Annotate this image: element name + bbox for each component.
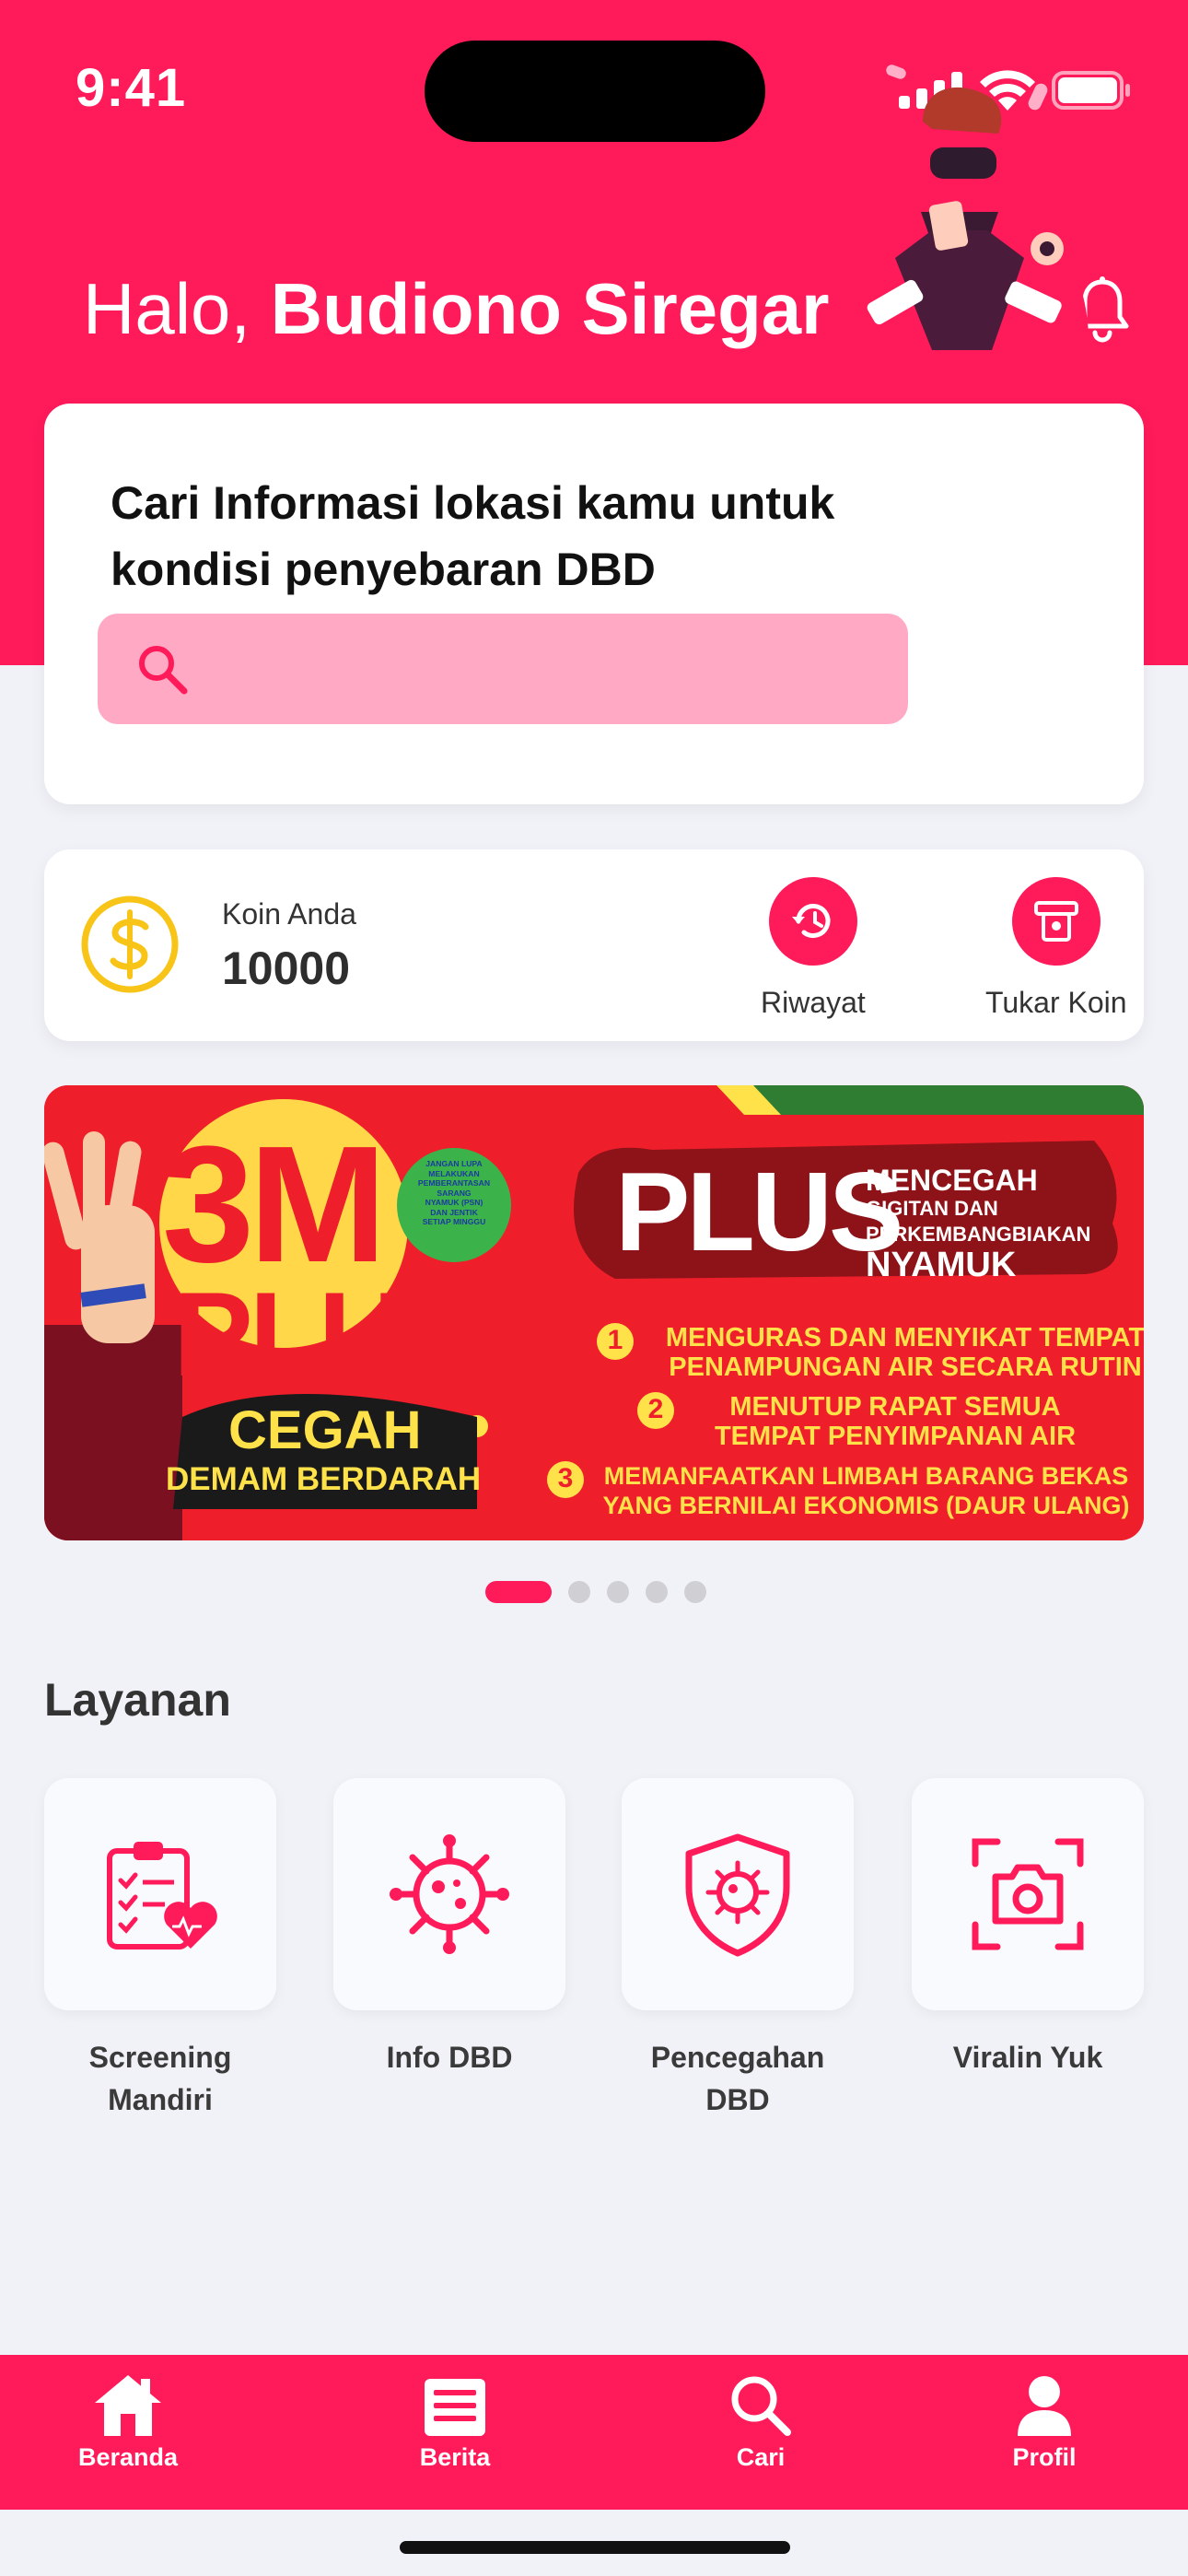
service-tile[interactable] — [333, 1778, 565, 2010]
nav-label: Profil — [1012, 2443, 1077, 2471]
bottom-navigation: Beranda Berita Cari Profil — [0, 2355, 1188, 2510]
doctor-illustration — [849, 64, 1089, 350]
service-label: Viralin Yuk — [952, 2041, 1103, 2074]
history-label: Riwayat — [761, 986, 866, 1019]
banner-headline-3m: 3M — [162, 1112, 387, 1297]
virus-icon — [390, 1834, 509, 1954]
home-icon — [95, 2375, 161, 2436]
service-tile[interactable] — [622, 1778, 854, 2010]
pager-dot-active[interactable] — [485, 1581, 552, 1603]
service-tile[interactable] — [44, 1778, 276, 2010]
promo-banner[interactable]: 3M PLUS CEGAH DEMAM BERDARAH JANGAN LUPA… — [44, 1085, 1144, 1540]
nav-item-profil[interactable]: Profil — [952, 2373, 1136, 2472]
pager-dot[interactable] — [684, 1581, 706, 1603]
service-label: Info DBD — [386, 2041, 513, 2074]
exchange-coin-button[interactable]: Tukar Koin — [985, 877, 1127, 1020]
service-info-dbd[interactable]: Info DBD — [333, 1778, 565, 2078]
pager-dot[interactable] — [646, 1581, 668, 1603]
search-icon — [139, 646, 188, 695]
history-button[interactable]: Riwayat — [761, 877, 866, 1020]
banner-psn-badge: JANGAN LUPA MELAKUKAN PEMBERANTASAN SARA… — [417, 1159, 491, 1226]
exchange-coin-label: Tukar Koin — [985, 986, 1127, 1019]
banner-cegah: CEGAH — [228, 1400, 422, 1460]
step-number: 2 — [647, 1394, 664, 1424]
nav-item-berita[interactable]: Berita — [363, 2373, 547, 2472]
service-label: Pencegahan DBD — [650, 2041, 825, 2116]
dynamic-island — [425, 41, 765, 142]
clipboard-heart-icon — [107, 1842, 217, 1950]
nav-label: Cari — [736, 2443, 786, 2471]
pager-dot[interactable] — [568, 1581, 590, 1603]
nav-label: Beranda — [77, 2443, 179, 2471]
search-card-title: Cari Informasi lokasi kamu untuk kondisi… — [111, 477, 835, 595]
service-pencegahan-dbd[interactable]: Pencegahan DBD — [622, 1778, 854, 2121]
service-tile[interactable] — [912, 1778, 1144, 2010]
services-title: Layanan — [44, 1674, 231, 1726]
service-screening-mandiri[interactable]: Screening Mandiri — [44, 1778, 276, 2121]
nav-label: Berita — [419, 2443, 491, 2471]
banner-pager — [485, 1581, 706, 1603]
banner-headline-plus: PLUS — [173, 1267, 482, 1401]
greeting: Halo, Budiono Siregar — [83, 267, 829, 351]
step-number: 3 — [557, 1463, 574, 1493]
banner-plus-big: PLUS — [615, 1149, 903, 1274]
nav-item-cari[interactable]: Cari — [669, 2373, 853, 2472]
coin-balance: 10000 — [222, 943, 351, 994]
coin-label: Koin Anda — [222, 897, 356, 931]
profile-icon — [1018, 2376, 1071, 2436]
banner-plus-subtitle: MENCEGAH GIGITAN DAN PERKEMBANGBIAKAN NY… — [866, 1164, 1091, 1284]
service-label: Screening Mandiri — [88, 2041, 232, 2116]
pager-dot[interactable] — [607, 1581, 629, 1603]
coin-dollar-icon — [81, 896, 179, 993]
search-card: Cari Informasi lokasi kamu untuk kondisi… — [44, 404, 1144, 804]
step-number: 1 — [607, 1325, 623, 1355]
greeting-prefix: Halo, — [83, 268, 271, 349]
camera-scan-icon — [972, 1838, 1084, 1950]
status-time: 9:41 — [76, 58, 187, 118]
user-name: Budiono Siregar — [270, 268, 830, 349]
shield-virus-icon — [685, 1833, 790, 1957]
service-viralin-yuk[interactable]: Viralin Yuk — [912, 1778, 1144, 2078]
coin-card: Koin Anda 10000 Riwayat Tukar Koin — [44, 849, 1144, 1041]
nav-item-beranda[interactable]: Beranda — [36, 2373, 220, 2472]
banner-demam-berdarah: DEMAM BERDARAH — [166, 1461, 482, 1497]
search-icon — [731, 2376, 791, 2436]
history-icon — [768, 877, 857, 966]
news-icon — [425, 2379, 485, 2436]
home-indicator[interactable] — [400, 2541, 790, 2554]
location-search-input[interactable] — [98, 614, 908, 724]
atm-icon — [1011, 877, 1101, 966]
